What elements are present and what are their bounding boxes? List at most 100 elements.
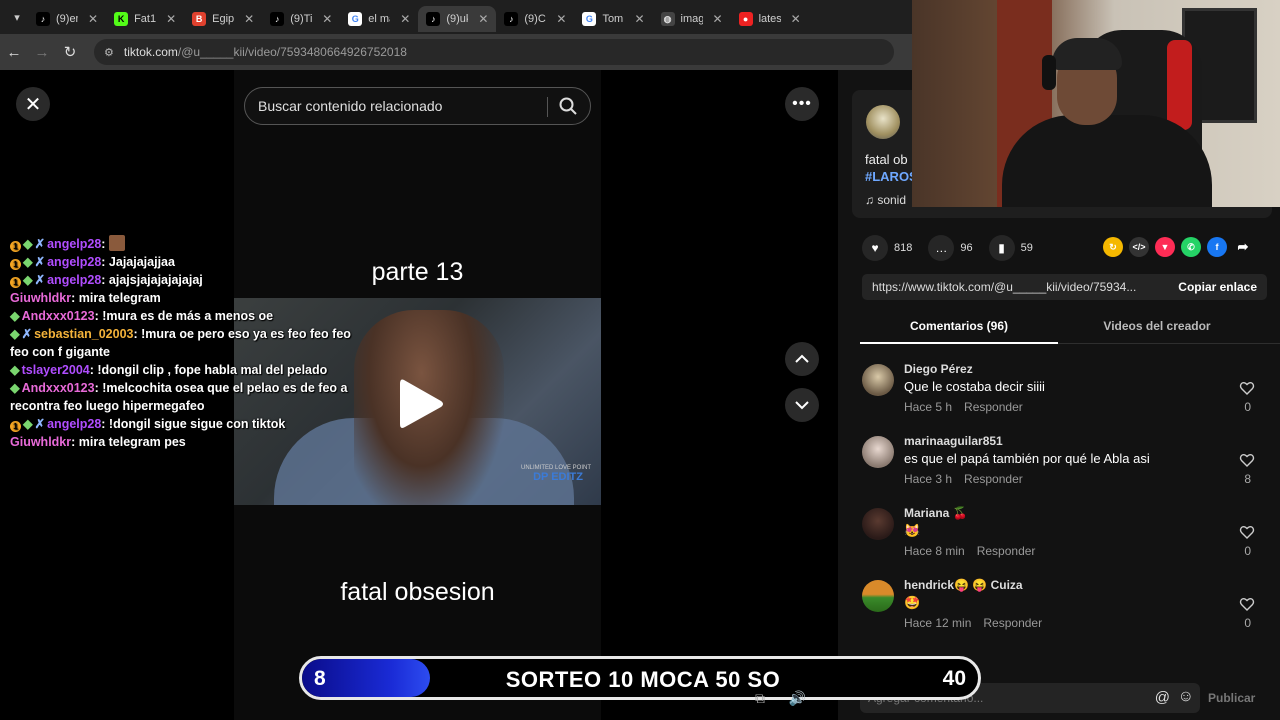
- comment-like-icon[interactable]: [1239, 452, 1255, 468]
- chat-username[interactable]: Giuwhldkr: [10, 435, 71, 449]
- gem-badge-icon: ◆: [23, 273, 33, 287]
- google-favicon-icon: G: [582, 12, 597, 26]
- comment-time: Hace 5 h: [904, 400, 953, 414]
- creator-avatar[interactable]: [866, 105, 900, 139]
- chat-username[interactable]: sebastian_02003: [34, 327, 133, 341]
- tab-close-icon[interactable]: ✕: [713, 12, 723, 26]
- chat-username[interactable]: Andxxx0123: [22, 381, 95, 395]
- tab-comments[interactable]: Comentarios (96): [860, 319, 1058, 333]
- reply-button[interactable]: Responder: [983, 616, 1042, 630]
- commenter-name[interactable]: hendrick😝 😝 Cuiza: [904, 578, 1023, 592]
- commenter-avatar[interactable]: [862, 508, 894, 540]
- video-link-text[interactable]: https://www.tiktok.com/@u_____kii/video/…: [872, 280, 1136, 294]
- chat-username[interactable]: Andxxx0123: [22, 309, 95, 323]
- chat-username[interactable]: angelp28: [47, 273, 101, 287]
- save-count: 59: [1020, 242, 1033, 254]
- chat-message: Giuwhldkr: mira telegram pes: [10, 433, 355, 451]
- tab-close-icon[interactable]: ✕: [634, 12, 644, 26]
- chat-username[interactable]: angelp28: [47, 417, 101, 431]
- gem-badge-icon: ◆: [10, 363, 20, 377]
- send-icon[interactable]: ▼: [1155, 237, 1175, 257]
- emoji-icon[interactable]: ☺: [1178, 688, 1194, 706]
- browser-tab[interactable]: ◍ imag ✕: [653, 6, 731, 32]
- comment-like-icon[interactable]: [1239, 596, 1255, 612]
- pip-icon[interactable]: ⧉: [755, 690, 765, 706]
- commenter-avatar[interactable]: [862, 436, 894, 468]
- browser-tab[interactable]: G Tomn ✕: [574, 6, 652, 32]
- commenter-avatar[interactable]: [862, 580, 894, 612]
- chat-username[interactable]: angelp28: [47, 237, 101, 251]
- sound-link[interactable]: ♫ sonid: [865, 193, 906, 207]
- browser-tab[interactable]: B Egipt ✕: [184, 6, 262, 32]
- publish-button[interactable]: Publicar: [1208, 691, 1255, 705]
- tab-search-button[interactable]: ▾: [6, 6, 28, 28]
- browser-tab[interactable]: K Fat10 ✕: [106, 6, 184, 32]
- more-options-button[interactable]: •••: [785, 87, 819, 121]
- browser-tab[interactable]: Gel ma ✕: [340, 6, 418, 32]
- tab-close-icon[interactable]: ✕: [322, 12, 332, 26]
- back-button[interactable]: ←: [0, 44, 28, 61]
- save-button[interactable]: ▮ 59: [988, 235, 1033, 261]
- play-icon[interactable]: [396, 376, 446, 432]
- volume-icon[interactable]: 🔊: [789, 690, 806, 706]
- search-placeholder: Buscar contenido relacionado: [258, 98, 443, 114]
- share-arrow-icon[interactable]: ➦: [1233, 237, 1253, 257]
- comment-time: Hace 8 min: [904, 544, 965, 558]
- browser-tab[interactable]: ♪ (9)Tik ✕: [262, 6, 340, 32]
- whatsapp-icon[interactable]: ✆: [1181, 237, 1201, 257]
- commenter-name[interactable]: marinaaguilar851: [904, 434, 1003, 448]
- comment-text: 😻: [904, 523, 921, 538]
- tab-close-icon[interactable]: ✕: [478, 12, 488, 26]
- tab-close-icon[interactable]: ✕: [791, 12, 801, 26]
- search-icon[interactable]: [558, 96, 578, 116]
- browser-tab[interactable]: ♪ (9)uki ✕: [418, 6, 497, 32]
- reload-button[interactable]: ↻: [56, 43, 84, 61]
- related-search-input[interactable]: Buscar contenido relacionado: [244, 87, 591, 125]
- chat-text: : !dongil clip , fope habla mal del pela…: [89, 363, 328, 377]
- tab-close-icon[interactable]: ✕: [400, 12, 410, 26]
- mention-icon[interactable]: @: [1155, 689, 1170, 706]
- forward-button[interactable]: →: [28, 44, 56, 61]
- comment-like-icon[interactable]: [1239, 524, 1255, 540]
- banner-right-number: 40: [942, 667, 966, 690]
- chat-username[interactable]: Giuwhldkr: [10, 291, 71, 305]
- tab-close-icon[interactable]: ✕: [88, 12, 98, 26]
- tab-label: el ma: [368, 13, 390, 25]
- reply-button[interactable]: Responder: [964, 472, 1023, 486]
- repost-icon[interactable]: ↻: [1103, 237, 1123, 257]
- reply-button[interactable]: Responder: [964, 400, 1023, 414]
- chat-text: : !dongil sigue sigue con tiktok: [101, 417, 286, 431]
- browser-tab[interactable]: ♪ (9)Cli ✕: [496, 6, 574, 32]
- close-video-button[interactable]: ✕: [16, 87, 50, 121]
- facebook-icon[interactable]: f: [1207, 237, 1227, 257]
- next-video-button[interactable]: [785, 388, 819, 422]
- browser-tab[interactable]: ● latest ✕: [731, 6, 809, 32]
- embed-icon[interactable]: </>: [1129, 237, 1149, 257]
- chat-username[interactable]: tslayer2004: [22, 363, 90, 377]
- globe-favicon-icon: ◍: [660, 12, 675, 26]
- commenter-avatar[interactable]: [862, 364, 894, 396]
- comment-button[interactable]: … 96: [928, 235, 973, 261]
- copy-link-button[interactable]: Copiar enlace: [1178, 280, 1257, 294]
- tab-creator-videos[interactable]: Videos del creador: [1058, 319, 1256, 333]
- previous-video-button[interactable]: [785, 342, 819, 376]
- tab-label: imag: [680, 13, 703, 25]
- comment-like-icon[interactable]: [1239, 380, 1255, 396]
- tab-close-icon[interactable]: ✕: [556, 12, 566, 26]
- sword-badge-icon: ✗: [21, 327, 33, 341]
- chat-text: : mira telegram pes: [71, 435, 186, 449]
- description-text: fatal ob: [865, 152, 908, 167]
- comment-item: Diego Pérez Que le costaba decir siiii Hac…: [862, 362, 1262, 424]
- like-button[interactable]: ♥ 818: [862, 235, 912, 261]
- hashtag-link[interactable]: #LAROS: [865, 169, 918, 184]
- commenter-name[interactable]: Diego Pérez: [904, 362, 973, 376]
- tab-close-icon[interactable]: ✕: [244, 12, 254, 26]
- browser-tab[interactable]: ♪ (9)en ✕: [28, 6, 106, 32]
- site-settings-icon[interactable]: ⚙: [104, 46, 114, 59]
- url-field[interactable]: ⚙ tiktok.com/@u_____kii/video/7593480664…: [94, 39, 894, 65]
- commenter-name[interactable]: Mariana 🍒: [904, 506, 968, 520]
- tab-close-icon[interactable]: ✕: [166, 12, 176, 26]
- chat-username[interactable]: angelp28: [47, 255, 101, 269]
- reply-button[interactable]: Responder: [977, 544, 1036, 558]
- sword-badge-icon: ✗: [34, 417, 46, 431]
